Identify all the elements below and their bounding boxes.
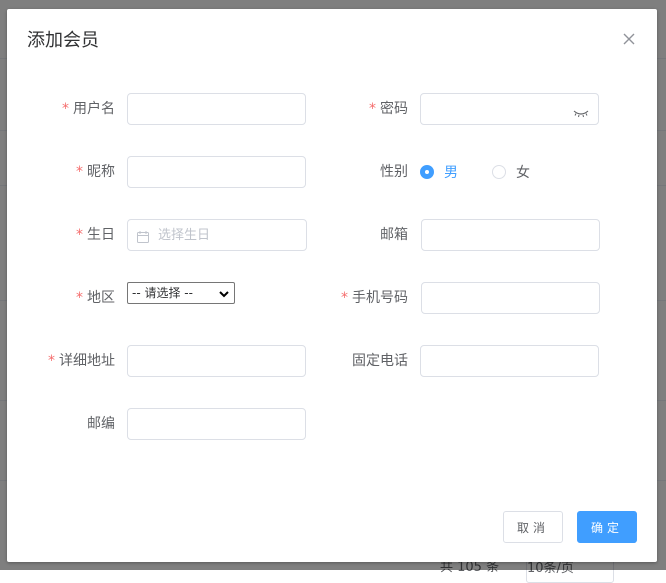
region-label: * 地区 — [47, 282, 115, 314]
required-mark: * — [369, 101, 376, 117]
required-mark: * — [341, 290, 348, 306]
postcode-input[interactable] — [127, 408, 306, 440]
address-input[interactable] — [127, 345, 306, 377]
password-label-text: 密码 — [380, 101, 408, 117]
mobile-input[interactable] — [421, 282, 600, 314]
chevron-down-icon — [218, 286, 230, 306]
username-label-text: 用户名 — [73, 101, 115, 117]
add-member-dialog: 添加会员 *用户名 *密码 *昵称 性别 男 女 *生日 邮箱 — [7, 9, 657, 562]
required-mark: * — [76, 227, 83, 243]
username-label: * 用户名 — [47, 93, 115, 125]
gender-radio-male[interactable]: 男 — [420, 156, 458, 188]
birthday-label-text: 生日 — [87, 227, 115, 243]
email-input[interactable] — [421, 219, 600, 251]
mobile-label: * 手机号码 — [329, 282, 408, 314]
birthday-label: * 生日 — [47, 219, 115, 251]
birthday-input[interactable] — [127, 219, 307, 251]
close-icon[interactable] — [621, 31, 637, 47]
nickname-input[interactable] — [127, 156, 306, 188]
password-field — [420, 93, 599, 125]
email-label: 邮箱 — [380, 227, 408, 243]
address-label: * 详细地址 — [37, 345, 115, 377]
postcode-label: 邮编 — [87, 416, 115, 432]
gender-label: 性别 — [380, 164, 408, 180]
address-label-text: 详细地址 — [59, 353, 115, 369]
username-input[interactable] — [127, 93, 306, 125]
phone-input[interactable] — [420, 345, 599, 377]
region-select-value: -- 请选择 -- — [132, 286, 193, 300]
password-label: * 密码 — [329, 93, 408, 125]
cancel-button[interactable]: 取消 — [503, 511, 563, 543]
nickname-label-text: 昵称 — [87, 164, 115, 180]
gender-option-label: 女 — [516, 165, 530, 181]
confirm-button[interactable]: 确定 — [577, 511, 637, 543]
region-select[interactable]: -- 请选择 -- — [127, 282, 235, 304]
radio-checked-icon — [420, 165, 434, 179]
eye-closed-icon[interactable] — [573, 104, 589, 123]
dialog-title: 添加会员 — [27, 30, 99, 51]
region-label-text: 地区 — [87, 290, 115, 306]
gender-radio-female[interactable]: 女 — [492, 156, 530, 188]
calendar-icon — [137, 228, 149, 247]
birthday-picker — [127, 219, 307, 251]
required-mark: * — [48, 353, 55, 369]
required-mark: * — [76, 164, 83, 180]
gender-option-label: 男 — [444, 165, 458, 181]
radio-unchecked-icon — [492, 165, 506, 179]
mobile-label-text: 手机号码 — [352, 290, 408, 306]
required-mark: * — [62, 101, 69, 117]
nickname-label: * 昵称 — [47, 156, 115, 188]
phone-label: 固定电话 — [352, 353, 408, 369]
required-mark: * — [76, 290, 83, 306]
